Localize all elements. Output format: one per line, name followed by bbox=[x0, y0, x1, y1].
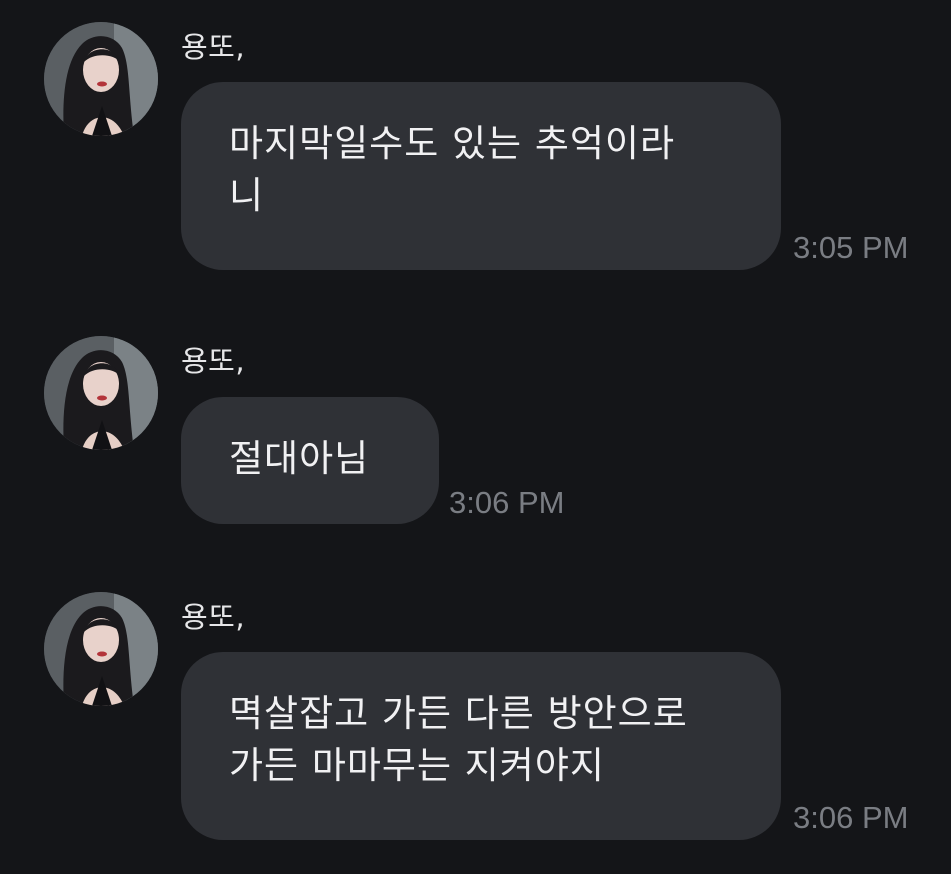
avatar[interactable] bbox=[44, 336, 158, 450]
profile-photo-icon bbox=[44, 336, 158, 450]
message-timestamp: 3:06 PM bbox=[793, 800, 909, 835]
avatar[interactable] bbox=[44, 592, 158, 706]
message-bubble[interactable]: 마지막일수도 있는 추억이라 니 bbox=[181, 82, 781, 270]
message-bubble[interactable]: 절대아님 bbox=[181, 397, 439, 524]
profile-photo-icon bbox=[44, 592, 158, 706]
sender-name: 용또, bbox=[181, 30, 246, 64]
message-timestamp: 3:05 PM bbox=[793, 230, 909, 265]
sender-name: 용또, bbox=[181, 344, 246, 378]
sender-name: 용또, bbox=[181, 600, 246, 634]
message-timestamp: 3:06 PM bbox=[449, 485, 565, 520]
message-bubble[interactable]: 멱살잡고 가든 다른 방안으로 가든 마마무는 지켜야지 bbox=[181, 652, 781, 840]
profile-photo-icon bbox=[44, 22, 158, 136]
avatar[interactable] bbox=[44, 22, 158, 136]
